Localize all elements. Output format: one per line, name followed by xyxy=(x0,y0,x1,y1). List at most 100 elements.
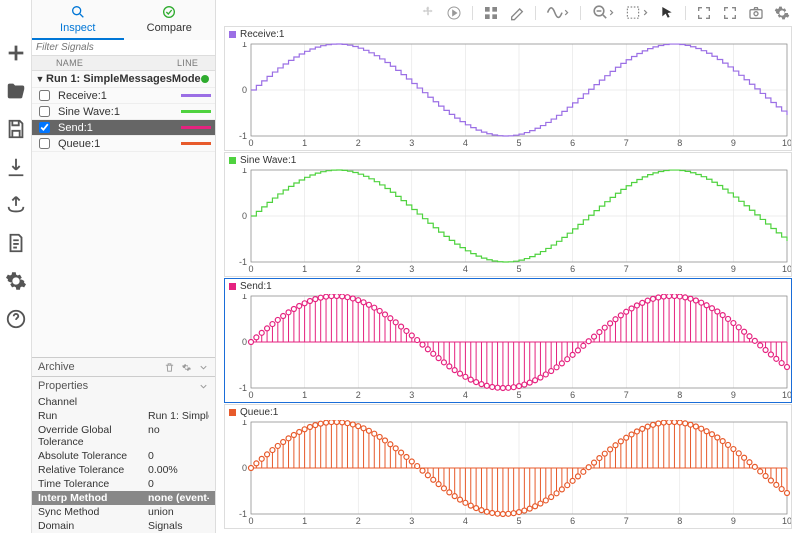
add-icon[interactable] xyxy=(5,42,27,64)
svg-text:8: 8 xyxy=(677,390,682,400)
chevron-down-icon[interactable] xyxy=(198,362,209,373)
property-key: Interp Method xyxy=(38,492,148,504)
preferences-icon[interactable] xyxy=(774,5,790,21)
property-value: 0.00% xyxy=(148,464,209,476)
svg-text:9: 9 xyxy=(731,516,736,526)
property-key: Sync Method xyxy=(38,506,148,518)
col-name: NAME xyxy=(56,58,177,68)
plot-area[interactable]: 012345678910-101 xyxy=(225,168,791,276)
clear-icon[interactable] xyxy=(509,5,525,21)
property-row[interactable]: RunRun 1: SimpleMessagesModel xyxy=(32,409,215,423)
property-value: Run 1: SimpleMessagesModel xyxy=(148,410,209,422)
run-row[interactable]: ▼ Run 1: SimpleMessagesModel[Current] xyxy=(32,71,215,88)
signal-checkbox[interactable] xyxy=(39,106,50,117)
fit-icon[interactable] xyxy=(625,5,649,21)
save-icon[interactable] xyxy=(5,118,27,140)
svg-text:3: 3 xyxy=(409,138,414,148)
svg-text:4: 4 xyxy=(463,390,468,400)
signal-mode-icon[interactable] xyxy=(546,5,570,21)
property-key: Channel xyxy=(38,396,148,408)
properties-panel: Properties ChannelRunRun 1: SimpleMessag… xyxy=(32,376,215,533)
pan-icon[interactable] xyxy=(420,5,436,21)
signal-row[interactable]: Receive:1 xyxy=(32,88,215,104)
svg-text:3: 3 xyxy=(409,390,414,400)
property-row[interactable]: Absolute Tolerance0 xyxy=(32,449,215,463)
legend-swatch xyxy=(229,31,236,38)
svg-text:-1: -1 xyxy=(239,383,247,393)
help-icon[interactable] xyxy=(5,308,27,330)
svg-text:0: 0 xyxy=(242,211,247,221)
tab-compare[interactable]: Compare xyxy=(124,0,216,40)
settings-icon[interactable] xyxy=(5,270,27,292)
tab-inspect[interactable]: Inspect xyxy=(32,0,124,40)
signal-list: Receive:1 Sine Wave:1 Send:1Queue:1 xyxy=(32,88,215,152)
filter-signals-input[interactable] xyxy=(32,40,215,56)
chart-panel[interactable]: Queue:1012345678910-101 xyxy=(224,404,792,529)
property-row[interactable]: DomainSignals xyxy=(32,519,215,533)
expand-arrows-icon[interactable] xyxy=(696,5,712,21)
svg-text:0: 0 xyxy=(248,264,253,274)
chart-title: Queue:1 xyxy=(240,407,278,418)
signal-row[interactable]: Send:1 xyxy=(32,120,215,136)
legend-swatch xyxy=(229,409,236,416)
pointer-icon[interactable] xyxy=(659,5,675,21)
svg-text:0: 0 xyxy=(248,516,253,526)
svg-text:-1: -1 xyxy=(239,509,247,519)
property-row[interactable]: Interp Methodnone (event-based) xyxy=(32,491,215,505)
property-row[interactable]: Relative Tolerance0.00% xyxy=(32,463,215,477)
property-row[interactable]: Channel xyxy=(32,395,215,409)
chart-title: Receive:1 xyxy=(240,29,284,40)
layout-grid-icon[interactable] xyxy=(483,5,499,21)
svg-text:7: 7 xyxy=(624,264,629,274)
chart-title-bar: Sine Wave:1 xyxy=(225,153,791,168)
chevron-down-icon[interactable] xyxy=(198,381,209,392)
svg-text:5: 5 xyxy=(516,390,521,400)
chart-panel[interactable]: Receive:1012345678910-101 xyxy=(224,26,792,151)
fullscreen-icon[interactable] xyxy=(722,5,738,21)
svg-text:4: 4 xyxy=(463,264,468,274)
property-row[interactable]: Sync Methodunion xyxy=(32,505,215,519)
signal-line-swatch xyxy=(181,142,211,145)
report-icon[interactable] xyxy=(5,232,27,254)
svg-text:2: 2 xyxy=(356,390,361,400)
signal-row[interactable]: Sine Wave:1 xyxy=(32,104,215,120)
archive-gear-icon[interactable] xyxy=(181,362,192,373)
signal-row[interactable]: Queue:1 xyxy=(32,136,215,152)
svg-text:0: 0 xyxy=(248,390,253,400)
svg-text:-1: -1 xyxy=(239,257,247,267)
trash-icon[interactable] xyxy=(164,362,175,373)
property-value: 0 xyxy=(148,478,209,490)
svg-text:8: 8 xyxy=(677,138,682,148)
svg-text:8: 8 xyxy=(677,516,682,526)
property-key: Domain xyxy=(38,520,148,532)
signal-checkbox[interactable] xyxy=(39,90,50,101)
plot-area[interactable]: 012345678910-101 xyxy=(225,420,791,528)
svg-text:1: 1 xyxy=(242,294,247,301)
property-row[interactable]: Override Global Toleranceno xyxy=(32,423,215,449)
snapshot-icon[interactable] xyxy=(748,5,764,21)
property-row[interactable]: Time Tolerance0 xyxy=(32,477,215,491)
svg-text:10: 10 xyxy=(782,390,791,400)
svg-text:8: 8 xyxy=(677,264,682,274)
signal-name: Sine Wave:1 xyxy=(54,106,181,118)
run-label: Run 1: SimpleMessagesModel[Current] xyxy=(46,73,201,85)
svg-text:2: 2 xyxy=(356,516,361,526)
open-folder-icon[interactable] xyxy=(5,80,27,102)
svg-text:7: 7 xyxy=(624,390,629,400)
plot-area[interactable]: 012345678910-101 xyxy=(225,294,791,402)
chart-panel[interactable]: Sine Wave:1012345678910-101 xyxy=(224,152,792,277)
svg-text:4: 4 xyxy=(463,516,468,526)
signal-checkbox[interactable] xyxy=(39,122,50,133)
export-icon[interactable] xyxy=(5,194,27,216)
expand-icon[interactable]: ▼ xyxy=(34,74,46,84)
svg-text:1: 1 xyxy=(242,420,247,427)
chart-title: Send:1 xyxy=(240,281,272,292)
signal-checkbox[interactable] xyxy=(39,138,50,149)
left-icon-rail xyxy=(0,0,32,533)
svg-text:2: 2 xyxy=(356,138,361,148)
plot-area[interactable]: 012345678910-101 xyxy=(225,42,791,150)
play-icon[interactable] xyxy=(446,5,462,21)
import-icon[interactable] xyxy=(5,156,27,178)
chart-panel[interactable]: Send:1012345678910-101 xyxy=(224,278,792,403)
zoom-out-icon[interactable] xyxy=(591,5,615,21)
